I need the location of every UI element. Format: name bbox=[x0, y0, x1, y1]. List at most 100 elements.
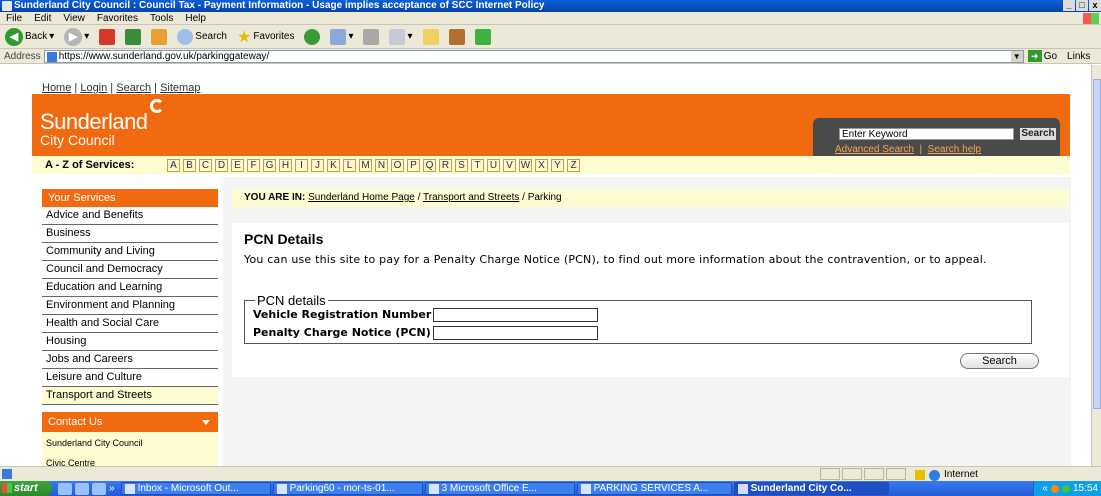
az-letter[interactable]: M bbox=[359, 158, 372, 172]
search-link[interactable]: Search bbox=[116, 82, 151, 94]
minimize-button[interactable]: _ bbox=[1063, 0, 1075, 11]
stop-button[interactable] bbox=[96, 28, 118, 45]
sidebar-item-advice[interactable]: Advice and Benefits bbox=[42, 207, 218, 225]
pcn-input[interactable] bbox=[432, 325, 598, 340]
task-sunderland-ie[interactable]: Sunderland City Co... bbox=[733, 482, 889, 495]
favorites-button[interactable]: ★ Favorites bbox=[234, 27, 297, 47]
az-letter[interactable]: B bbox=[183, 158, 196, 172]
sidebar-item-council[interactable]: Council and Democracy bbox=[42, 261, 218, 279]
az-letter[interactable]: P bbox=[407, 158, 420, 172]
sidebar-item-leisure[interactable]: Leisure and Culture bbox=[42, 369, 218, 387]
excel-icon[interactable] bbox=[92, 482, 106, 495]
sidebar-item-education[interactable]: Education and Learning bbox=[42, 279, 218, 297]
search-button[interactable]: Search bbox=[174, 28, 230, 45]
az-letter[interactable]: E bbox=[231, 158, 244, 172]
az-letter[interactable]: K bbox=[327, 158, 340, 172]
breadcrumb-home-link[interactable]: Sunderland Home Page bbox=[308, 192, 415, 203]
az-letter[interactable]: N bbox=[375, 158, 388, 172]
tray-icon[interactable] bbox=[1050, 484, 1059, 493]
history-button[interactable] bbox=[301, 28, 323, 45]
az-letter[interactable]: S bbox=[455, 158, 468, 172]
az-letter[interactable]: X bbox=[535, 158, 548, 172]
az-letter[interactable]: Q bbox=[423, 158, 436, 172]
home-button[interactable] bbox=[148, 28, 170, 45]
menu-edit[interactable]: Edit bbox=[28, 12, 57, 24]
window-controls: _ □ x bbox=[1063, 0, 1101, 12]
site-search-box: Search Advanced Search | Search help bbox=[813, 118, 1060, 156]
quick-launch-chevron[interactable]: » bbox=[109, 483, 115, 495]
chevron-down-icon[interactable]: ▼ bbox=[1010, 50, 1023, 62]
menu-view[interactable]: View bbox=[57, 12, 91, 24]
search-help-link[interactable]: Search help bbox=[928, 144, 981, 155]
advanced-search-link[interactable]: Advanced Search bbox=[835, 144, 914, 155]
go-button[interactable]: ➜ Go bbox=[1027, 49, 1057, 64]
contact-heading[interactable]: Contact Us bbox=[42, 412, 218, 432]
address-input[interactable]: https://www.sunderland.gov.uk/parkinggat… bbox=[43, 49, 1024, 63]
az-letter[interactable]: U bbox=[487, 158, 500, 172]
council-logo[interactable]: Sunderland City Council bbox=[40, 99, 164, 147]
az-letter[interactable]: F bbox=[247, 158, 260, 172]
az-letter[interactable]: A bbox=[167, 158, 180, 172]
ie-icon[interactable] bbox=[75, 482, 89, 495]
close-button[interactable]: x bbox=[1089, 0, 1101, 11]
vertical-scrollbar[interactable] bbox=[1091, 65, 1101, 466]
research-button[interactable] bbox=[446, 28, 468, 45]
scrollbar-thumb[interactable] bbox=[1093, 79, 1101, 409]
menu-favorites[interactable]: Favorites bbox=[91, 12, 144, 24]
forward-button[interactable]: ▶ ▾ bbox=[61, 27, 92, 46]
az-letter[interactable]: G bbox=[263, 158, 276, 172]
az-letter[interactable]: O bbox=[391, 158, 404, 172]
az-letter[interactable]: I bbox=[295, 158, 308, 172]
folder-button[interactable] bbox=[420, 28, 442, 45]
site-search-button[interactable]: Search bbox=[1020, 128, 1056, 140]
sidebar-item-transport[interactable]: Transport and Streets bbox=[42, 387, 218, 405]
menu-bar: File Edit View Favorites Tools Help bbox=[0, 12, 1101, 25]
task-outlook[interactable]: Inbox - Microsoft Out... bbox=[120, 482, 271, 495]
back-button[interactable]: ◀ Back ▾ bbox=[2, 27, 57, 46]
az-services-bar: A - Z of Services: A B C D E F G H I J K… bbox=[32, 156, 1070, 174]
messenger-button[interactable] bbox=[472, 28, 494, 45]
home-link[interactable]: Home bbox=[42, 82, 71, 94]
az-letter[interactable]: V bbox=[503, 158, 516, 172]
az-letter[interactable]: H bbox=[279, 158, 292, 172]
az-letter[interactable]: D bbox=[215, 158, 228, 172]
az-letter[interactable]: C bbox=[199, 158, 212, 172]
vrn-input[interactable] bbox=[433, 307, 599, 322]
keyword-input[interactable] bbox=[839, 128, 1014, 140]
sidebar-item-jobs[interactable]: Jobs and Careers bbox=[42, 351, 218, 369]
menu-help[interactable]: Help bbox=[179, 12, 212, 24]
sidebar-item-community[interactable]: Community and Living bbox=[42, 243, 218, 261]
refresh-button[interactable] bbox=[122, 28, 144, 45]
site-header: Sunderland City Council Search Advanced … bbox=[32, 94, 1070, 156]
task-office[interactable]: 3 Microsoft Office E... bbox=[424, 482, 575, 495]
menu-tools[interactable]: Tools bbox=[144, 12, 179, 24]
maximize-button[interactable]: □ bbox=[1076, 0, 1088, 11]
edit-button[interactable]: ▾ bbox=[386, 28, 415, 45]
az-letter[interactable]: Y bbox=[551, 158, 564, 172]
az-letter[interactable]: Z bbox=[567, 158, 580, 172]
breadcrumb-transport-link[interactable]: Transport and Streets bbox=[423, 192, 519, 203]
tray-chevron[interactable]: « bbox=[1042, 483, 1048, 494]
contact-line: Sunderland City Council bbox=[46, 438, 143, 448]
print-button[interactable] bbox=[360, 28, 382, 45]
az-letter[interactable]: W bbox=[519, 158, 532, 172]
sidebar-item-business[interactable]: Business bbox=[42, 225, 218, 243]
az-letter[interactable]: L bbox=[343, 158, 356, 172]
az-letter[interactable]: J bbox=[311, 158, 324, 172]
sitemap-link[interactable]: Sitemap bbox=[160, 82, 200, 94]
sidebar-item-health[interactable]: Health and Social Care bbox=[42, 315, 218, 333]
login-link[interactable]: Login bbox=[80, 82, 107, 94]
pcn-search-button[interactable]: Search bbox=[960, 353, 1039, 369]
mail-button[interactable]: ▾ bbox=[327, 28, 356, 45]
az-letter[interactable]: R bbox=[439, 158, 452, 172]
task-parking-services[interactable]: PARKING SERVICES A... bbox=[576, 482, 732, 495]
links-button[interactable]: Links bbox=[1067, 49, 1090, 64]
tray-icon[interactable] bbox=[1061, 484, 1070, 493]
menu-file[interactable]: File bbox=[0, 12, 28, 24]
az-letter[interactable]: T bbox=[471, 158, 484, 172]
desktop-icon[interactable] bbox=[58, 482, 72, 495]
sidebar-item-housing[interactable]: Housing bbox=[42, 333, 218, 351]
sidebar-item-environment[interactable]: Environment and Planning bbox=[42, 297, 218, 315]
start-button[interactable]: start bbox=[0, 481, 52, 496]
task-parking60[interactable]: Parking60 - mor-ts-01... bbox=[272, 482, 423, 495]
